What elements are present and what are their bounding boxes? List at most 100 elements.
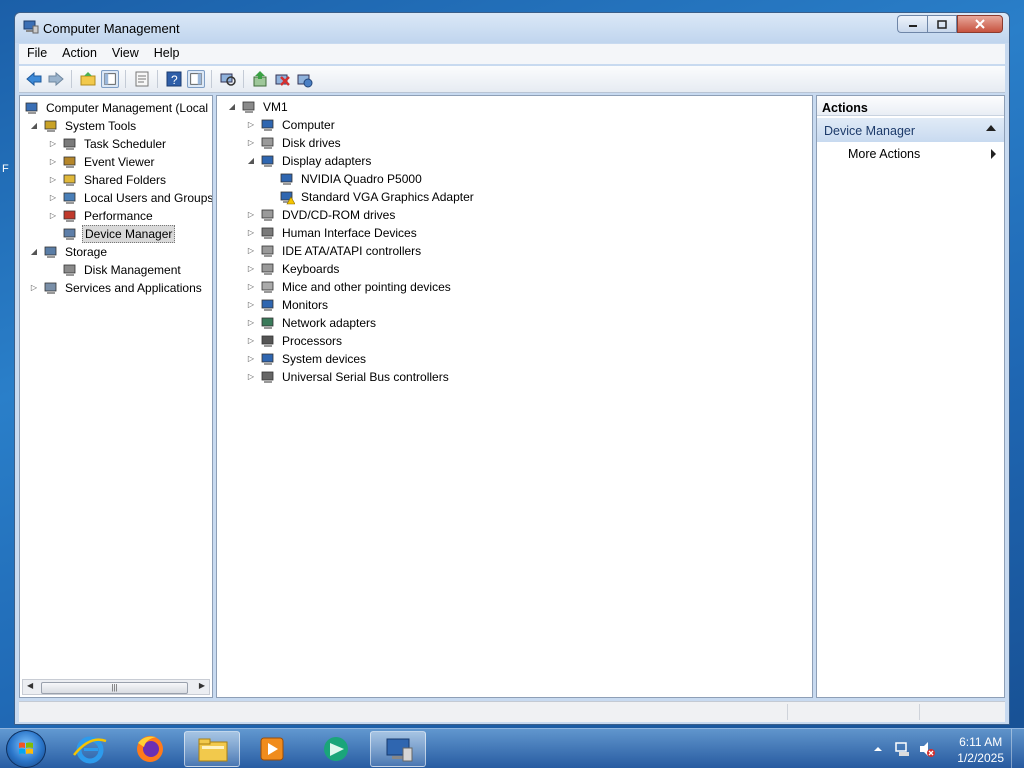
taskbar-file-explorer[interactable]: [184, 731, 240, 767]
tree-node[interactable]: ◢ Storage: [20, 243, 212, 261]
collapsed-arrow-icon[interactable]: ▷: [246, 116, 256, 134]
collapsed-arrow-icon[interactable]: ▷: [246, 296, 256, 314]
collapsed-arrow-icon[interactable]: ▷: [48, 189, 58, 207]
taskbar-media-player[interactable]: [244, 731, 300, 767]
tree-node[interactable]: ▷ Shared Folders: [20, 171, 212, 189]
expanded-arrow-icon[interactable]: ◢: [29, 243, 39, 261]
tree-node[interactable]: Device Manager: [20, 225, 212, 243]
tree-node[interactable]: ▷ Disk drives: [217, 134, 812, 152]
show-hide-action-pane-icon[interactable]: [187, 70, 205, 88]
start-button[interactable]: [6, 730, 46, 768]
tree-node[interactable]: ▷ Universal Serial Bus controllers: [217, 368, 812, 386]
tree-node[interactable]: ▷ System devices: [217, 350, 812, 368]
tree-node[interactable]: ▷ DVD/CD-ROM drives: [217, 206, 812, 224]
tree-node[interactable]: ▷ Network adapters: [217, 314, 812, 332]
tree-node[interactable]: ▷ IDE ATA/ATAPI controllers: [217, 242, 812, 260]
tree-node[interactable]: ▷ Services and Applications: [20, 279, 212, 297]
volume-muted-icon[interactable]: [918, 740, 936, 758]
tree-node[interactable]: ▷ Performance: [20, 207, 212, 225]
expanded-arrow-icon[interactable]: ◢: [246, 152, 256, 170]
computer-icon: [242, 101, 255, 113]
scroll-left-icon[interactable]: ◀: [27, 681, 33, 690]
expanded-arrow-icon[interactable]: ◢: [227, 98, 237, 116]
shared-folders-icon: [63, 174, 76, 186]
horizontal-scrollbar[interactable]: ◀ ||| ▶: [22, 679, 210, 695]
maximize-button[interactable]: [927, 15, 957, 33]
tree-node[interactable]: Standard VGA Graphics Adapter: [217, 188, 812, 206]
clock[interactable]: 6:11 AM 1/2/2025: [957, 734, 1004, 766]
menu-help[interactable]: Help: [146, 44, 187, 60]
actions-section-device-manager[interactable]: Device Manager: [817, 118, 1004, 142]
collapsed-arrow-icon[interactable]: ▷: [48, 207, 58, 225]
close-icon: [975, 19, 985, 29]
menu-view[interactable]: View: [104, 44, 146, 60]
tree-node[interactable]: ▷ Processors: [217, 332, 812, 350]
tree-node[interactable]: ◢ VM1: [217, 98, 812, 116]
menu-file[interactable]: File: [19, 44, 54, 60]
collapsed-arrow-icon[interactable]: ▷: [246, 260, 256, 278]
collapsed-arrow-icon[interactable]: ▷: [246, 134, 256, 152]
more-actions-item[interactable]: More Actions: [848, 147, 920, 161]
tree-node[interactable]: ◢ System Tools: [20, 117, 212, 135]
scroll-thumb[interactable]: |||: [41, 682, 188, 694]
tree-node[interactable]: ▷ Keyboards: [217, 260, 812, 278]
update-driver-icon[interactable]: [251, 70, 269, 88]
up-folder-icon[interactable]: [79, 70, 97, 88]
computer-management-window: Computer Management File Action View Help ?: [14, 12, 1010, 725]
collapsed-arrow-icon[interactable]: ▷: [246, 278, 256, 296]
show-hide-console-tree-icon[interactable]: [101, 70, 119, 88]
tree-node-label: Display adapters: [282, 154, 372, 168]
tree-node-label: Standard VGA Graphics Adapter: [301, 190, 474, 204]
tree-node[interactable]: NVIDIA Quadro P5000: [217, 170, 812, 188]
collapsed-arrow-icon[interactable]: ▷: [246, 206, 256, 224]
taskbar-app[interactable]: [308, 731, 364, 767]
uninstall-device-icon[interactable]: [273, 70, 291, 88]
tree-node[interactable]: ◢ Display adapters: [217, 152, 812, 170]
tree-node-label: Disk drives: [282, 136, 341, 150]
network-status-icon[interactable]: [894, 740, 912, 758]
collapse-section-icon[interactable]: [986, 125, 996, 131]
taskbar-firefox[interactable]: [122, 731, 178, 767]
tree-node[interactable]: Computer Management (Local: [20, 99, 212, 117]
tree-node[interactable]: Disk Management: [20, 261, 212, 279]
menu-action[interactable]: Action: [54, 44, 104, 60]
collapsed-arrow-icon[interactable]: ▷: [246, 350, 256, 368]
collapsed-arrow-icon[interactable]: ▷: [29, 279, 39, 297]
scroll-right-icon[interactable]: ▶: [199, 681, 205, 690]
system-devices-icon: [261, 353, 274, 365]
console-tree-pane: ◀ ||| ▶ Computer Management (Local ◢ Syste…: [19, 95, 213, 698]
collapsed-arrow-icon[interactable]: ▷: [246, 242, 256, 260]
help-icon[interactable]: ?: [165, 70, 183, 88]
collapsed-arrow-icon[interactable]: ▷: [246, 368, 256, 386]
tree-node[interactable]: ▷ Event Viewer: [20, 153, 212, 171]
back-arrow-icon[interactable]: [25, 70, 43, 88]
enable-device-icon[interactable]: [295, 70, 313, 88]
close-button[interactable]: [957, 15, 1003, 33]
tree-node[interactable]: ▷ Computer: [217, 116, 812, 134]
title-bar[interactable]: Computer Management: [15, 13, 1009, 43]
tree-node[interactable]: ▷ Mice and other pointing devices: [217, 278, 812, 296]
properties-icon[interactable]: [133, 70, 151, 88]
tree-node-label: Human Interface Devices: [282, 226, 417, 240]
scan-hardware-icon[interactable]: [219, 70, 237, 88]
tree-node[interactable]: ▷ Local Users and Groups: [20, 189, 212, 207]
tree-node[interactable]: ▷ Human Interface Devices: [217, 224, 812, 242]
show-hidden-icons-icon[interactable]: [872, 743, 884, 755]
minimize-button[interactable]: [897, 15, 927, 33]
collapsed-arrow-icon[interactable]: ▷: [246, 224, 256, 242]
taskbar-computer-management[interactable]: [370, 731, 426, 767]
collapsed-arrow-icon[interactable]: ▷: [246, 314, 256, 332]
tree-node[interactable]: ▷ Monitors: [217, 296, 812, 314]
tree-node[interactable]: ▷ Task Scheduler: [20, 135, 212, 153]
taskbar-internet-explorer[interactable]: [62, 731, 118, 767]
forward-arrow-icon[interactable]: [47, 70, 65, 88]
show-desktop-button[interactable]: [1011, 729, 1024, 768]
svg-text:?: ?: [171, 73, 178, 87]
collapsed-arrow-icon[interactable]: ▷: [246, 332, 256, 350]
collapsed-arrow-icon[interactable]: ▷: [48, 135, 58, 153]
collapsed-arrow-icon[interactable]: ▷: [48, 153, 58, 171]
tree-node-label: Disk Management: [84, 263, 181, 277]
collapsed-arrow-icon[interactable]: ▷: [48, 171, 58, 189]
tree-node-label: Device Manager: [82, 225, 176, 243]
expanded-arrow-icon[interactable]: ◢: [29, 117, 39, 135]
